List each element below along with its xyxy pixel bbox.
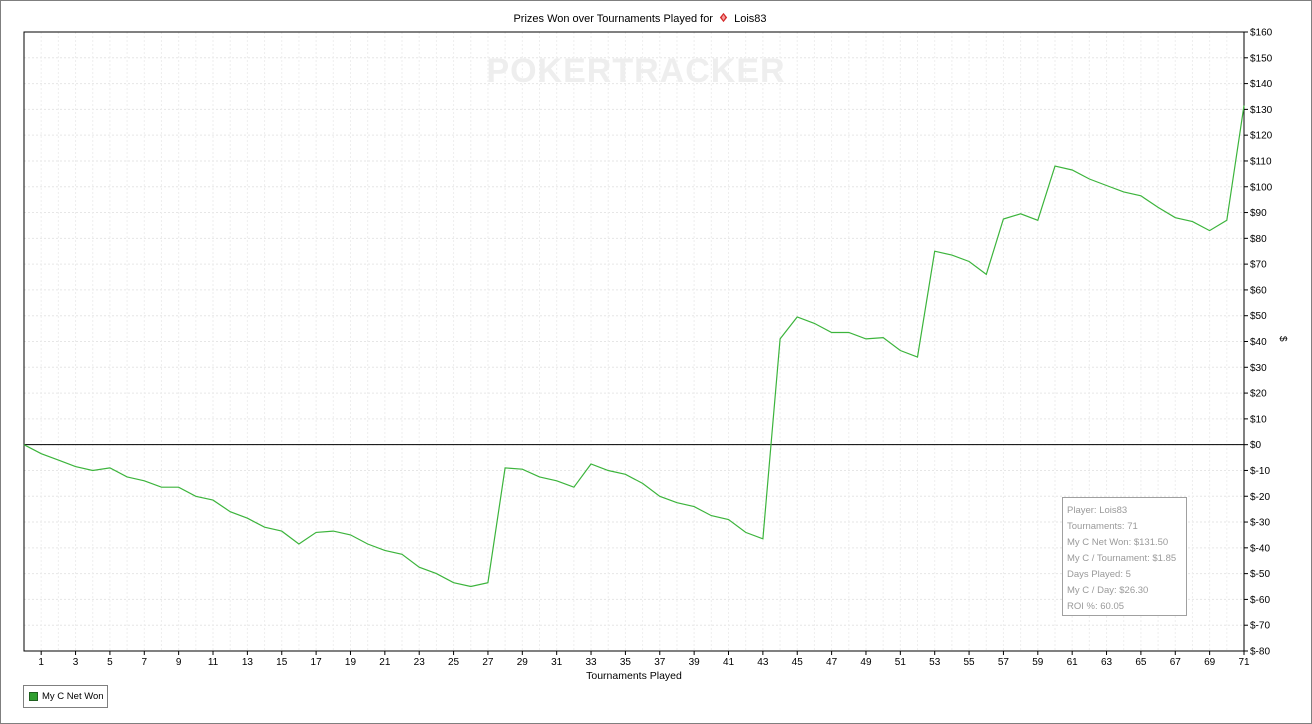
- x-tick-label: 69: [1204, 657, 1216, 668]
- y-tick-label: $10: [1250, 414, 1267, 425]
- x-tick-label: 37: [654, 657, 666, 668]
- stats-box: Player: Lois83 Tournaments: 71 My C Net …: [1062, 497, 1187, 616]
- stat-per-tournament: My C / Tournament: $1.85: [1067, 553, 1177, 564]
- stat-player: Player: Lois83: [1067, 505, 1128, 516]
- x-tick-label: 31: [551, 657, 563, 668]
- y-tick-label: $-50: [1250, 569, 1270, 580]
- x-tick-label: 29: [517, 657, 529, 668]
- x-tick-label: 21: [379, 657, 391, 668]
- y-tick-label: $100: [1250, 182, 1273, 193]
- y-tick-label: $-60: [1250, 595, 1270, 606]
- y-tick-label: $120: [1250, 131, 1273, 142]
- y-tick-label: $80: [1250, 234, 1267, 245]
- x-tick-label: 39: [689, 657, 701, 668]
- x-tick-label: 71: [1238, 657, 1250, 668]
- x-tick-label: 59: [1032, 657, 1044, 668]
- x-tick-label: 67: [1170, 657, 1182, 668]
- y-tick-label: $-10: [1250, 466, 1270, 477]
- x-tick-label: 49: [860, 657, 872, 668]
- y-tick-label: $-40: [1250, 543, 1270, 554]
- x-tick-label: 15: [276, 657, 288, 668]
- y-tick-label: $150: [1250, 53, 1273, 64]
- x-tick-label: 23: [414, 657, 426, 668]
- stat-days-played: Days Played: 5: [1067, 569, 1131, 580]
- x-tick-label: 57: [998, 657, 1010, 668]
- x-tick-label: 17: [311, 657, 323, 668]
- x-tick-label: 7: [142, 657, 148, 668]
- series-line-my-c-net-won: [23, 105, 1245, 588]
- x-tick-label: 27: [482, 657, 494, 668]
- y-tick-label: $90: [1250, 208, 1267, 219]
- x-tick-label: 1: [38, 657, 44, 668]
- x-tick-label: 33: [585, 657, 597, 668]
- x-tick-label: 65: [1135, 657, 1147, 668]
- y-tick-label: $30: [1250, 363, 1267, 374]
- x-tick-label: 3: [73, 657, 79, 668]
- watermark: POKERTRACKER: [486, 52, 785, 90]
- y-tick-label: $50: [1250, 311, 1267, 322]
- x-axis: 1 3 5 7 9 11 13 15 17 19 21 23 25 27 29 31 33 35 37 39 41 43 4…: [38, 651, 1250, 668]
- x-tick-label: 53: [929, 657, 941, 668]
- y-tick-label: $-20: [1250, 492, 1270, 503]
- y-tick-label: $60: [1250, 285, 1267, 296]
- y-tick-label: $0: [1250, 440, 1262, 451]
- y-tick-label: $140: [1250, 79, 1273, 90]
- y-tick-label: $130: [1250, 105, 1273, 116]
- x-tick-label: 5: [107, 657, 113, 668]
- x-tick-label: 55: [964, 657, 976, 668]
- x-tick-label: 51: [895, 657, 907, 668]
- y-tick-label: $110: [1250, 156, 1272, 167]
- grid-lines: [23, 31, 1245, 652]
- legend-label: My C Net Won: [42, 691, 104, 702]
- x-tick-label: 9: [176, 657, 182, 668]
- x-tick-label: 45: [792, 657, 804, 668]
- y-tick-label: $-80: [1250, 647, 1270, 658]
- x-tick-label: 19: [345, 657, 357, 668]
- y-tick-label: $20: [1250, 389, 1267, 400]
- y-tick-label: $40: [1250, 337, 1267, 348]
- legend-swatch: [29, 692, 38, 701]
- stat-per-day: My C / Day: $26.30: [1067, 585, 1149, 596]
- y-axis: $160 $150 $140 $130 $120 $110 $100 $90 $80 $70 $60…: [1244, 28, 1273, 658]
- x-tick-label: 61: [1067, 657, 1079, 668]
- x-tick-label: 47: [826, 657, 838, 668]
- x-tick-label: 43: [757, 657, 769, 668]
- y-tick-label: $-30: [1250, 518, 1270, 529]
- stat-roi: ROI %: 60.05: [1067, 601, 1125, 612]
- y-tick-label: $160: [1250, 28, 1273, 39]
- y-axis-title: $: [1277, 336, 1288, 342]
- legend: My C Net Won: [23, 685, 108, 708]
- y-tick-label: $70: [1250, 260, 1267, 271]
- x-axis-title: Tournaments Played: [586, 670, 682, 682]
- y-tick-label: $-70: [1250, 621, 1270, 632]
- stat-tournaments: Tournaments: 71: [1067, 521, 1138, 532]
- x-tick-label: 25: [448, 657, 460, 668]
- stat-net-won: My C Net Won: $131.50: [1067, 537, 1169, 548]
- x-tick-label: 63: [1101, 657, 1113, 668]
- x-tick-label: 11: [208, 657, 219, 668]
- x-tick-label: 13: [242, 657, 254, 668]
- x-tick-label: 35: [620, 657, 632, 668]
- x-tick-label: 41: [723, 657, 735, 668]
